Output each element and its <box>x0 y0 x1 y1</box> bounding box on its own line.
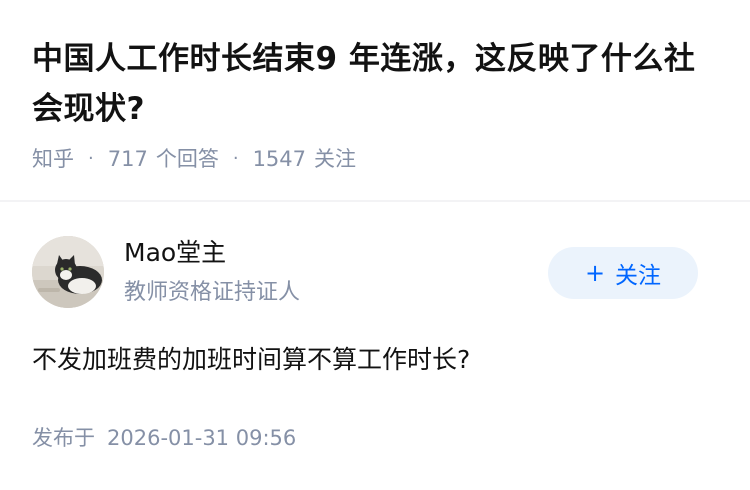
publish-label: 发布于 <box>32 426 95 450</box>
author-bio: 教师资格证持证人 <box>124 280 301 305</box>
follower-count-label: 关注 <box>314 147 357 171</box>
answer-content: 不发加班费的加班时间算不算工作时长? <box>32 345 471 374</box>
follower-count: 1547 <box>252 147 307 171</box>
question-title[interactable]: 中国人工作时长结束9 年连涨，这反映了什么社会现状? <box>32 34 722 134</box>
publish-info: 发布于 2026-01-31 09:56 <box>32 423 296 453</box>
answer-count: 717 <box>107 147 148 171</box>
follow-button-label: 关注 <box>615 263 662 289</box>
meta-separator: · <box>88 148 94 169</box>
section-divider <box>0 200 750 202</box>
author-name[interactable]: Mao堂主 <box>124 236 226 270</box>
question-header: 中国人工作时长结束9 年连涨，这反映了什么社会现状? 知乎 · 717 个回答 … <box>32 34 722 174</box>
follow-button[interactable]: + 关注 <box>548 247 698 299</box>
avatar[interactable] <box>32 236 104 308</box>
answer-count-label: 个回答 <box>155 147 219 171</box>
source-label[interactable]: 知乎 <box>32 144 74 174</box>
question-meta: 知乎 · 717 个回答 · 1547 关注 <box>32 144 722 174</box>
cat-avatar-photo-icon <box>32 236 104 308</box>
plus-icon: + <box>584 259 606 287</box>
publish-time: 2026-01-31 09:56 <box>107 426 297 450</box>
meta-separator: · <box>232 148 239 169</box>
